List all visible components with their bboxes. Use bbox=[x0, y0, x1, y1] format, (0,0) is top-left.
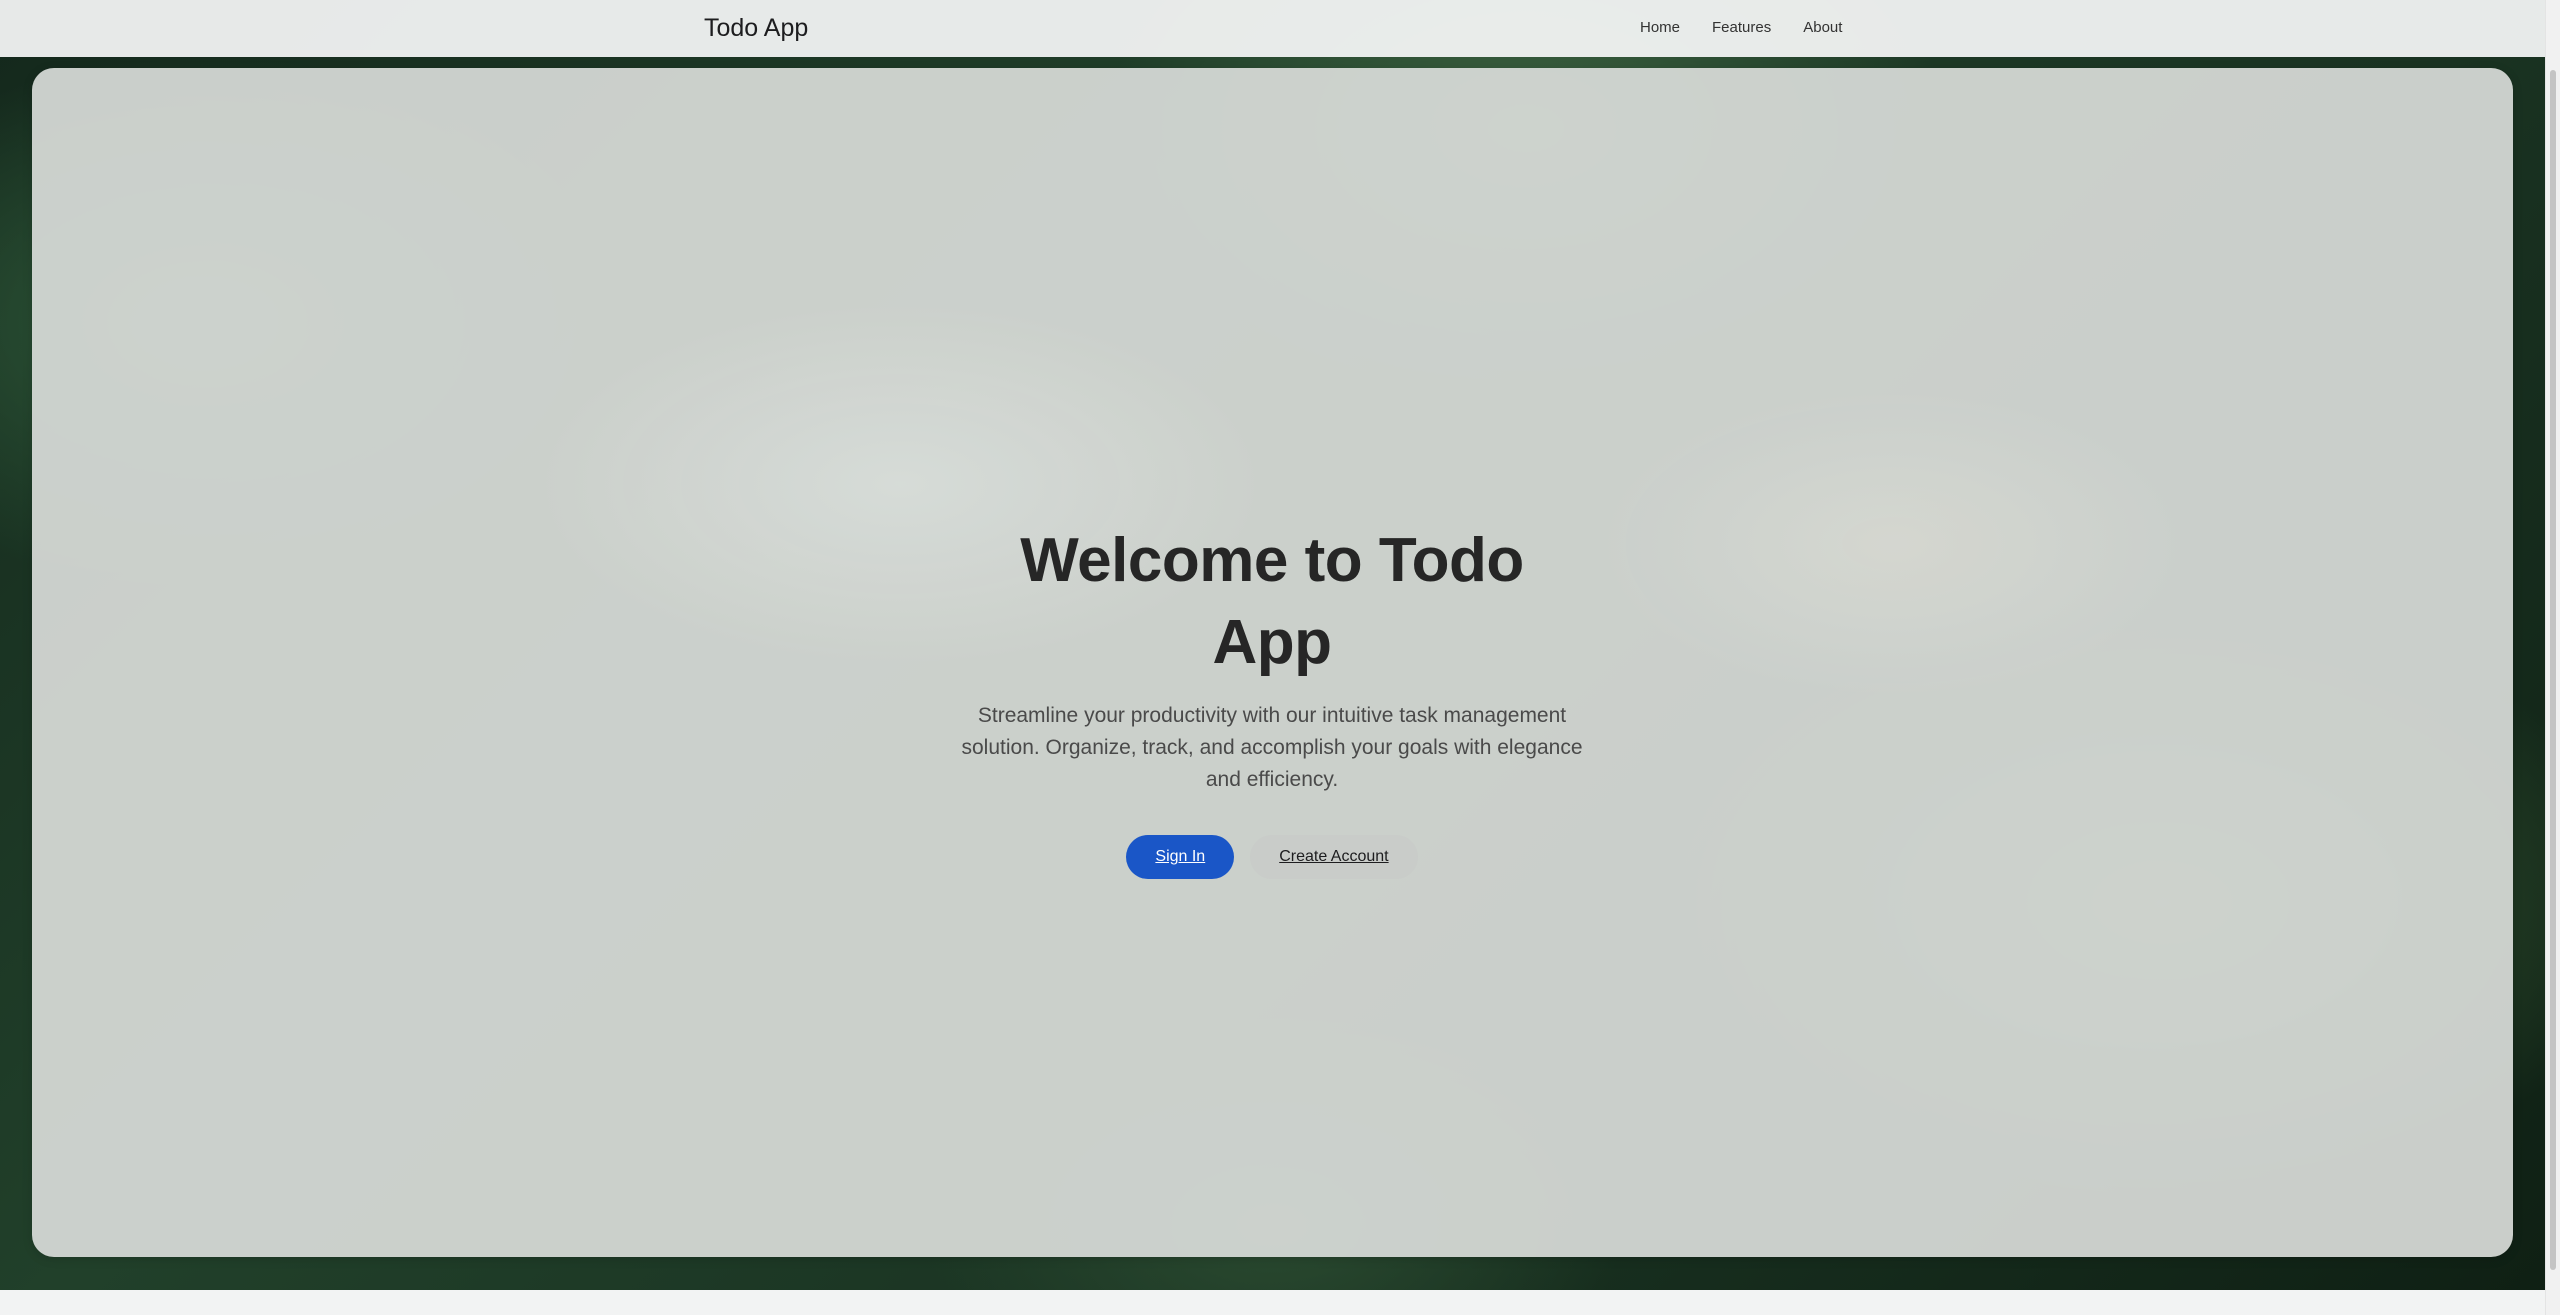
brand-logo[interactable]: Todo App bbox=[704, 13, 808, 43]
navbar: Todo App Home Features About bbox=[0, 0, 2545, 57]
page-background: Todo App Home Features About Welcome to … bbox=[0, 0, 2545, 1290]
sign-in-button[interactable]: Sign In bbox=[1126, 835, 1235, 879]
nav-link-features[interactable]: Features bbox=[1712, 18, 1771, 38]
vertical-scrollbar[interactable] bbox=[2545, 0, 2560, 1315]
nav-link-home[interactable]: Home bbox=[1640, 18, 1680, 38]
scrollbar-thumb[interactable] bbox=[2550, 70, 2556, 1270]
page-footer-strip bbox=[0, 1290, 2545, 1315]
nav-menu: Home Features About bbox=[1640, 18, 1842, 38]
hero-subtitle: Streamline your productivity with our in… bbox=[961, 704, 1583, 791]
nav-link-about[interactable]: About bbox=[1803, 18, 1842, 38]
hero-actions: Sign In Create Account bbox=[960, 835, 1584, 879]
hero-content: Welcome to Todo App Streamline your prod… bbox=[960, 520, 1584, 879]
hero-title: Welcome to Todo App bbox=[1020, 526, 1524, 677]
create-account-button[interactable]: Create Account bbox=[1250, 835, 1418, 879]
